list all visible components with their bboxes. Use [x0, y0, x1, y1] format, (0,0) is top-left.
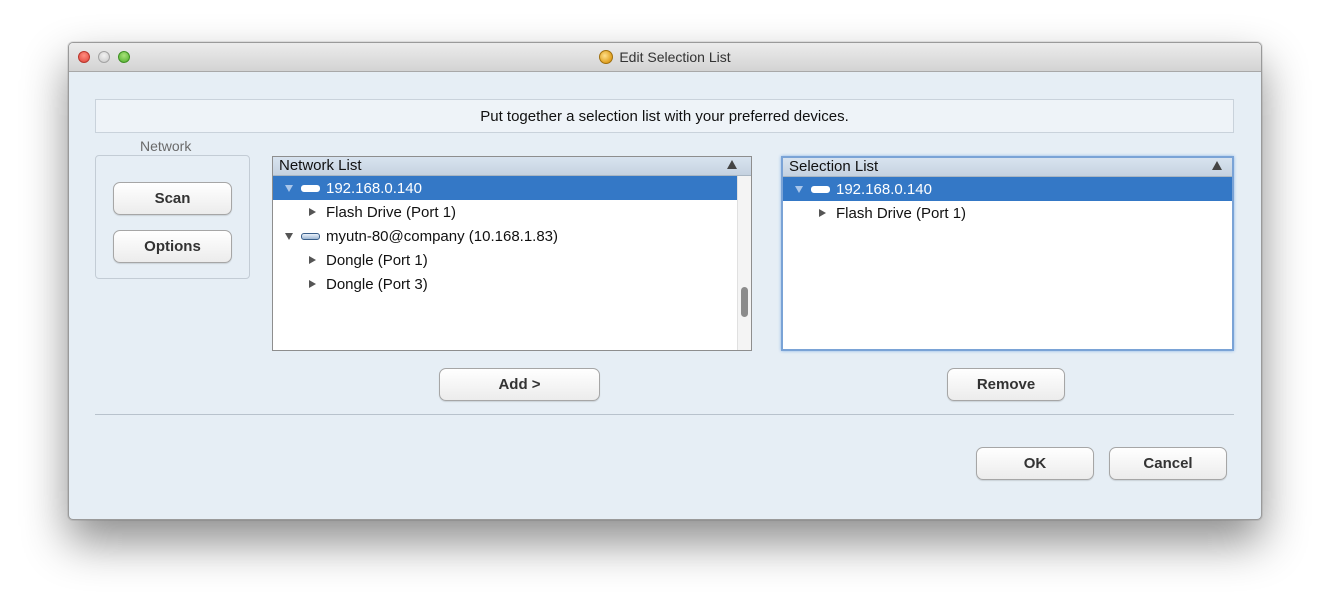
title-bar[interactable]: Edit Selection List [69, 43, 1261, 72]
disclosure-expanded-icon[interactable] [285, 184, 293, 192]
window-title-group: Edit Selection List [69, 43, 1261, 71]
network-device-icon [301, 184, 320, 192]
network-group-label: Network [135, 138, 197, 154]
remove-button[interactable]: Remove [947, 368, 1065, 401]
selection-list[interactable]: Selection List 192.168.0.140 Flash Drive … [781, 156, 1234, 351]
selection-list-header-label: Selection List [789, 158, 879, 175]
disclosure-expanded-icon[interactable] [285, 232, 293, 240]
network-list-rows: 192.168.0.140 Flash Drive (Port 1) myutn-8… [273, 176, 751, 296]
row-label: 192.168.0.140 [326, 179, 422, 197]
device-row[interactable]: 192.168.0.140 [783, 177, 1232, 201]
device-row[interactable]: myutn-80@company (10.168.1.83) [273, 224, 751, 248]
disclosure-collapsed-icon[interactable] [819, 209, 826, 217]
disclosure-expanded-icon[interactable] [795, 185, 803, 193]
network-list-header-label: Network List [279, 157, 362, 174]
sort-ascending-icon[interactable] [1212, 161, 1222, 170]
row-label: 192.168.0.140 [836, 180, 932, 198]
port-row[interactable]: Flash Drive (Port 1) [273, 200, 751, 224]
divider [95, 414, 1234, 415]
port-row[interactable]: Dongle (Port 1) [273, 248, 751, 272]
device-row[interactable]: 192.168.0.140 [273, 176, 751, 200]
add-button[interactable]: Add > [439, 368, 600, 401]
instruction-text: Put together a selection list with your … [480, 107, 849, 125]
options-button[interactable]: Options [113, 230, 232, 263]
network-device-icon [811, 185, 830, 193]
ok-button[interactable]: OK [976, 447, 1094, 480]
edit-selection-list-window: Edit Selection List Put together a selec… [68, 42, 1262, 520]
row-label: Flash Drive (Port 1) [836, 204, 967, 222]
disclosure-collapsed-icon[interactable] [309, 280, 316, 288]
scrollbar-thumb[interactable] [741, 287, 748, 317]
network-list[interactable]: Network List 192.168.0.140 Flash Drive (P… [272, 156, 752, 351]
selection-list-rows: 192.168.0.140 Flash Drive (Port 1) [783, 177, 1232, 225]
row-label: myutn-80@company (10.168.1.83) [326, 227, 559, 245]
network-list-scrollbar[interactable] [737, 176, 751, 350]
scan-button[interactable]: Scan [113, 182, 232, 215]
disclosure-collapsed-icon[interactable] [309, 208, 316, 216]
window-title: Edit Selection List [619, 49, 731, 65]
instruction-banner: Put together a selection list with your … [95, 99, 1234, 133]
sort-ascending-icon[interactable] [727, 160, 737, 169]
port-row[interactable]: Dongle (Port 3) [273, 272, 751, 296]
selection-list-header[interactable]: Selection List [783, 158, 1232, 177]
port-row[interactable]: Flash Drive (Port 1) [783, 201, 1232, 225]
row-label: Flash Drive (Port 1) [326, 203, 457, 221]
disclosure-collapsed-icon[interactable] [309, 256, 316, 264]
cancel-button[interactable]: Cancel [1109, 447, 1227, 480]
network-list-header[interactable]: Network List [273, 157, 751, 176]
row-label: Dongle (Port 1) [326, 251, 428, 269]
network-device-icon [301, 232, 320, 240]
app-icon [599, 50, 614, 64]
row-label: Dongle (Port 3) [326, 275, 428, 293]
